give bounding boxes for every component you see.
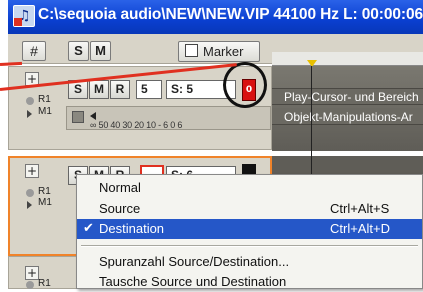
menu-item-swap[interactable]: Tausche Source und Destination — [77, 272, 422, 292]
menu-item-label: Source — [99, 201, 141, 216]
menu-item-label: Destination — [99, 221, 165, 236]
track-2-r-label: R1 — [38, 186, 51, 197]
track-3-expand-button[interactable]: + — [25, 266, 39, 280]
menu-item-label: Tausche Source und Destination — [99, 274, 287, 289]
track-object-2-label: Objekt-Manipulations-Ar — [284, 110, 413, 124]
track-1-record-button[interactable]: R — [110, 80, 130, 99]
menu-item-label: Normal — [99, 180, 141, 195]
marker-button[interactable]: Marker — [178, 41, 260, 62]
marker-icon — [185, 44, 198, 57]
menu-item-source[interactable]: Source Ctrl+Alt+S — [77, 199, 422, 219]
app-icon[interactable]: ♫ — [13, 5, 35, 27]
track-2-expand-button[interactable]: + — [25, 164, 39, 178]
track-3-r-label: R1 — [38, 278, 51, 289]
fader-left-arrow-icon[interactable] — [90, 112, 96, 120]
marker-button-label: Marker — [203, 44, 244, 59]
record-dot-icon[interactable] — [26, 189, 34, 197]
menu-item-destination[interactable]: ✔ Destination Ctrl+Alt+D — [77, 219, 422, 239]
track-object-1-label: Play-Cursor- und Bereich — [284, 90, 419, 104]
record-dot-icon[interactable] — [26, 281, 34, 289]
play-triangle-icon[interactable] — [27, 201, 32, 209]
track-2-led[interactable] — [242, 164, 256, 174]
fader-scale: ∞ 50 40 30 20 10 - 6 0 6 — [90, 120, 183, 130]
record-dot-icon[interactable] — [26, 97, 34, 105]
menu-item-track-count[interactable]: Spuranzahl Source/Destination... — [77, 252, 422, 272]
track-1-m-label: M1 — [38, 106, 52, 117]
annotation-circle — [223, 62, 267, 108]
track-1-r-label: R1 — [38, 94, 51, 105]
grid-button[interactable]: # — [22, 41, 46, 61]
timeline-ruler[interactable] — [272, 52, 423, 66]
menu-item-shortcut: Ctrl+Alt+D — [330, 221, 390, 236]
solo-button[interactable]: S — [68, 41, 89, 61]
menu-item-shortcut: Ctrl+Alt+S — [330, 201, 390, 216]
play-triangle-icon[interactable] — [27, 110, 32, 118]
track-2-m-label: M1 — [38, 197, 52, 208]
menu-item-label: Spuranzahl Source/Destination... — [99, 254, 290, 269]
context-menu: Normal Source Ctrl+Alt+S ✔ Destination C… — [76, 174, 423, 289]
fader-lock-icon[interactable] — [72, 111, 84, 123]
menu-separator — [81, 245, 418, 247]
track-1-mute-button[interactable]: M — [89, 80, 109, 99]
mute-button[interactable]: M — [90, 41, 111, 61]
track-1-number-field[interactable]: 5 — [136, 80, 162, 99]
menu-item-normal[interactable]: Normal — [77, 178, 422, 198]
checkmark-icon: ✔ — [83, 220, 94, 235]
window-title: C:\sequoia audio\NEW\NEW.VIP 44100 Hz L:… — [38, 6, 423, 23]
